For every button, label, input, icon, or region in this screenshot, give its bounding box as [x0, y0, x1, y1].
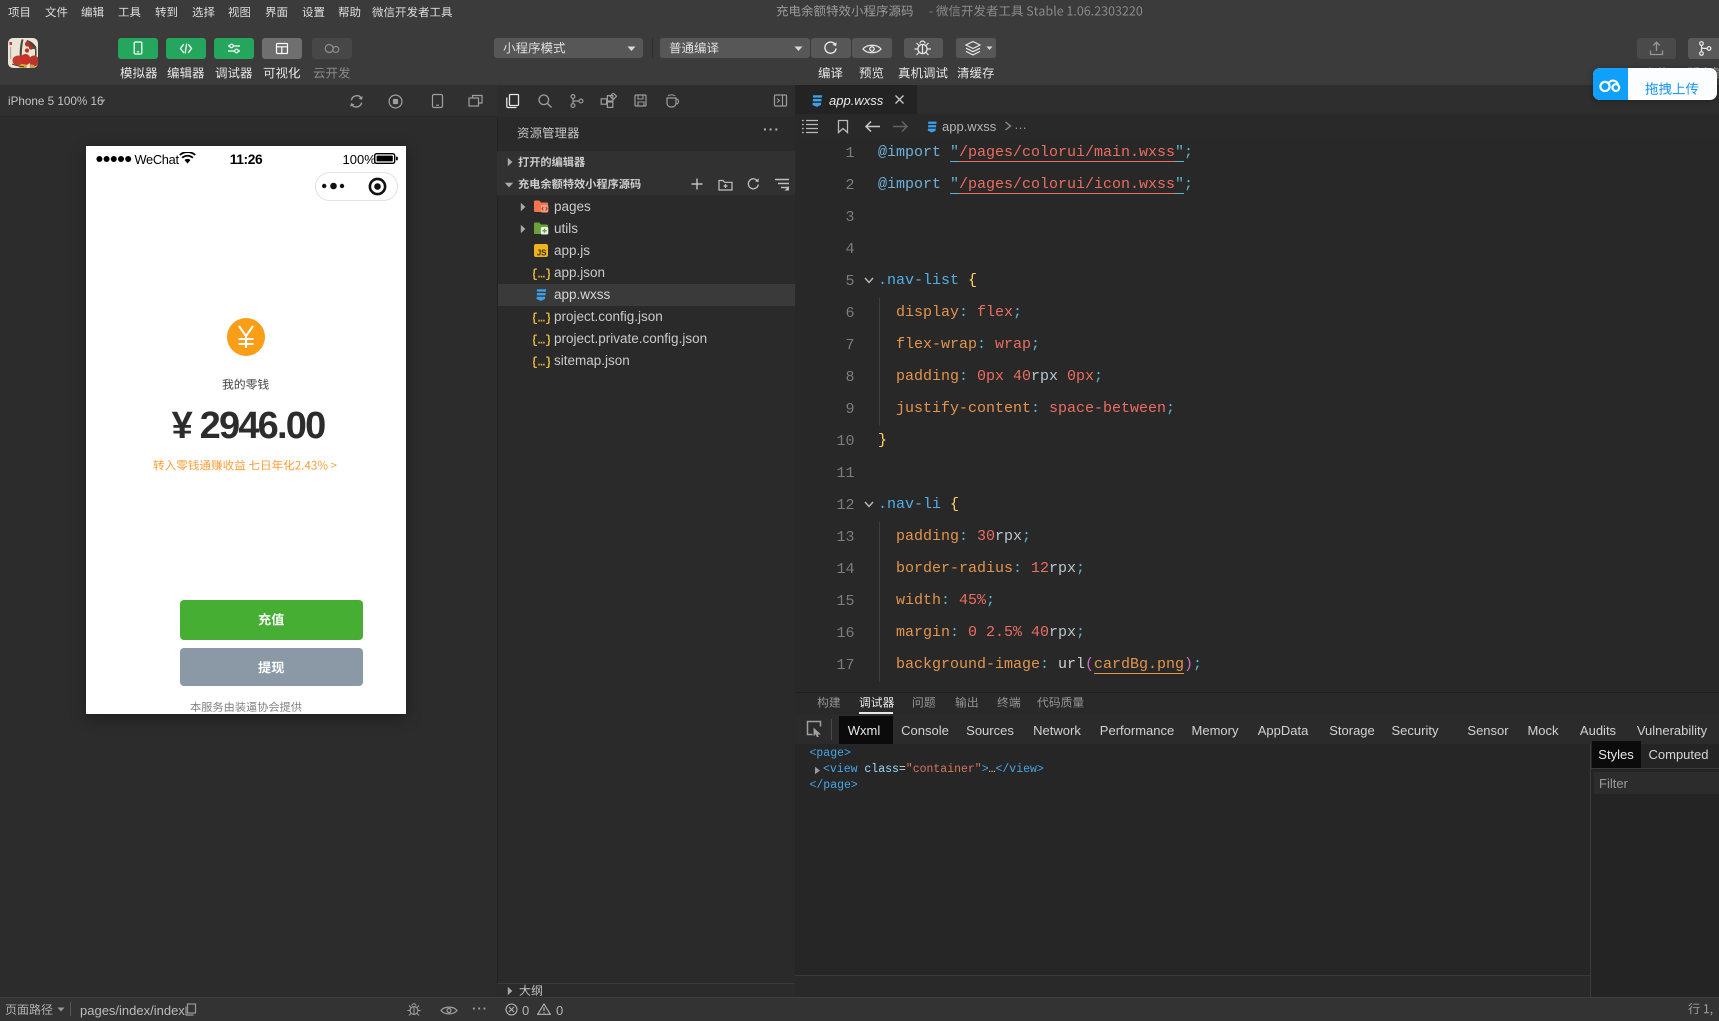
svg-text:{…}: {…}	[533, 357, 550, 370]
svg-text:{…}: {…}	[533, 313, 550, 326]
svg-text:{…}: {…}	[533, 269, 550, 282]
svg-text:{…}: {…}	[533, 335, 550, 348]
svg-text:JS: JS	[537, 249, 547, 258]
